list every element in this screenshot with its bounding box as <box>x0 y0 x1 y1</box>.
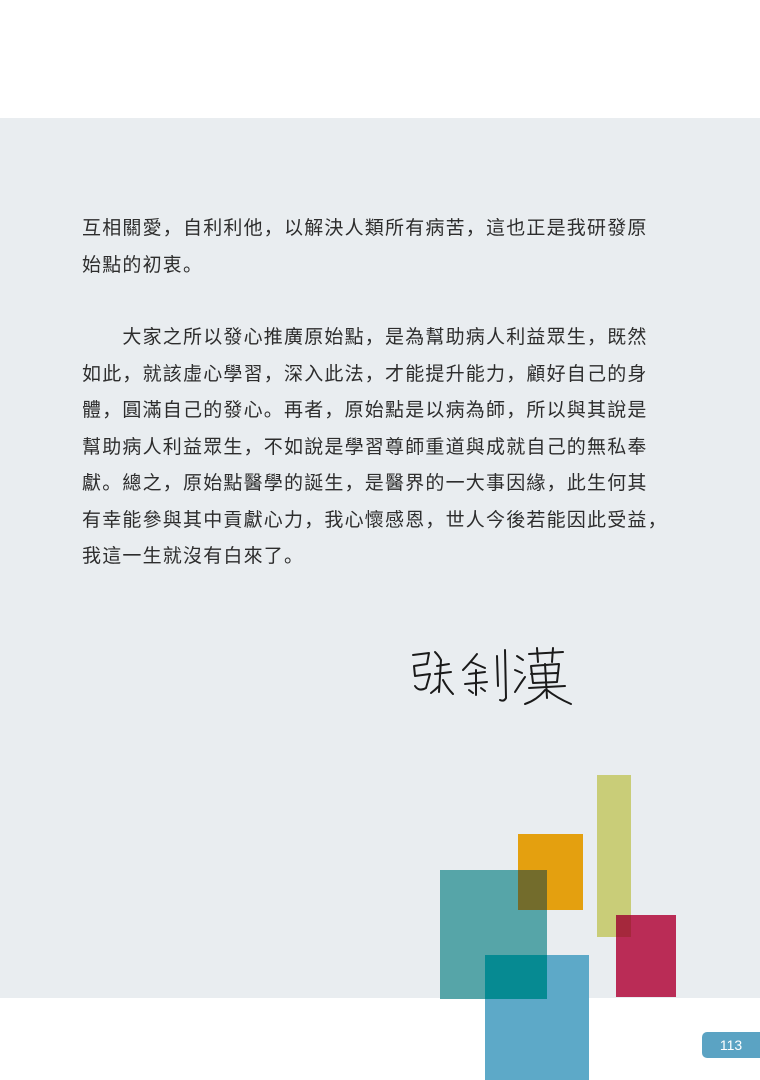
paragraph-1: 互相關愛，自利利他，以解決人類所有病苦，這也正是我研發原 始點的初衷。 <box>82 217 648 276</box>
paragraph-2: 大家之所以發心推廣原始點，是為幫助病人利益眾生，既然 如此，就該虛心學習，深入此… <box>82 326 668 567</box>
decor-olive-bar <box>597 775 631 937</box>
decor-overlap-orange-teal <box>518 870 547 910</box>
decor-overlap-olive-red <box>616 915 631 937</box>
page-number: 113 <box>702 1032 760 1058</box>
handwritten-signature <box>412 647 572 705</box>
body-text: 互相關愛，自利利他，以解決人類所有病苦，這也正是我研發原 始點的初衷。 大家之所… <box>82 210 678 575</box>
decor-overlap-teal-blue <box>485 955 547 999</box>
